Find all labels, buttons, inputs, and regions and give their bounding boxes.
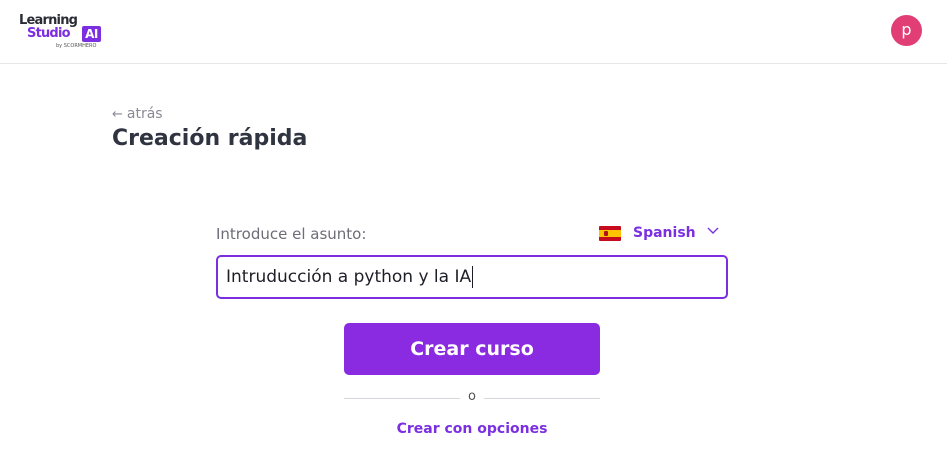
language-name: Spanish: [633, 225, 696, 241]
arrow-left-icon: ←: [112, 106, 123, 122]
top-bar: Learning Studio AI by SCORMHERO p: [0, 0, 947, 64]
language-selector[interactable]: Spanish: [599, 222, 719, 244]
spain-flag-icon: [599, 225, 621, 241]
back-link[interactable]: ← atrás: [112, 106, 163, 122]
app-logo[interactable]: Learning Studio AI by SCORMHERO: [19, 13, 109, 53]
logo-text-studio: Studio: [27, 26, 71, 41]
back-link-label: atrás: [126, 106, 163, 122]
text-caret: [472, 266, 474, 288]
or-divider: o: [344, 389, 600, 409]
subject-label: Introduce el asunto:: [216, 225, 367, 243]
create-with-options-link[interactable]: Crear con opciones: [344, 421, 600, 437]
divider-line-right: [484, 398, 600, 399]
logo-byline: by SCORMHERO: [56, 43, 97, 49]
chevron-down-icon: [707, 227, 719, 234]
divider-line-left: [344, 398, 460, 399]
subject-input[interactable]: Intruducción a python y la IA: [216, 255, 728, 299]
logo-ai-badge: AI: [82, 26, 101, 42]
page-title: Creación rápida: [112, 126, 308, 151]
divider-text: o: [468, 389, 476, 404]
subject-input-value: Intruducción a python y la IA: [226, 267, 472, 287]
user-avatar[interactable]: p: [891, 15, 922, 46]
create-course-button[interactable]: Crear curso: [344, 323, 600, 375]
